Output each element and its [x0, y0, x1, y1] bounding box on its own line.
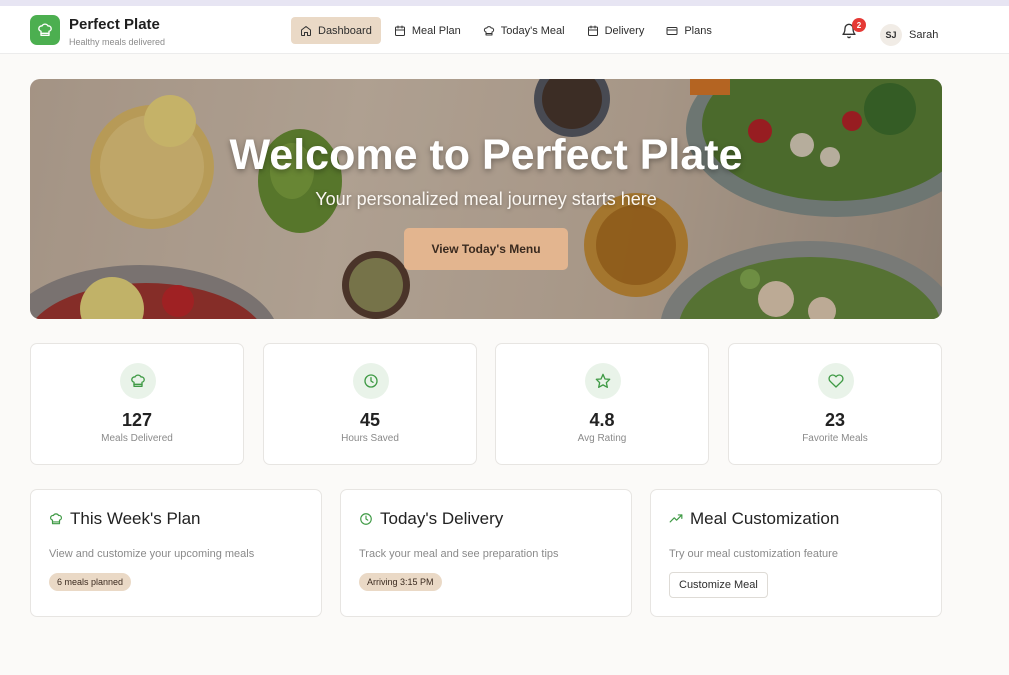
- stat-label: Avg Rating: [577, 433, 627, 444]
- card-title: This Week's Plan: [70, 509, 201, 528]
- nav-item-label: Today's Meal: [500, 24, 565, 37]
- brand-tagline: Healthy meals delivered: [69, 37, 166, 47]
- hero-title: Welcome to Perfect Plate: [229, 131, 743, 179]
- clock-icon: [364, 374, 378, 388]
- calendar-icon: [587, 25, 598, 36]
- nav-item-meal-plan[interactable]: Meal Plan: [385, 17, 470, 44]
- nav-item-dashboard[interactable]: Dashboard: [291, 17, 381, 44]
- stat-label: Hours Saved: [341, 433, 399, 444]
- app-header: Perfect Plate Healthy meals delivered Da…: [0, 6, 1009, 54]
- nav-item-label: Meal Plan: [411, 24, 461, 37]
- main-nav: Dashboard Meal Plan Today's Meal Deliver…: [291, 17, 725, 44]
- chef-hat-icon: [50, 513, 62, 525]
- nav-item-todays-meal[interactable]: Today's Meal: [474, 17, 574, 44]
- stat-icon-wrap: [818, 363, 854, 399]
- nav-item-plans[interactable]: Plans: [657, 17, 721, 44]
- card-header: Meal Customization: [669, 509, 839, 529]
- stat-label: Meals Delivered: [101, 433, 173, 444]
- brand-name: Perfect Plate: [69, 16, 160, 33]
- nav-item-label: Plans: [684, 24, 712, 37]
- hero-banner: Welcome to Perfect Plate Your personaliz…: [30, 79, 942, 319]
- status-badge: Arriving 3:15 PM: [359, 573, 442, 591]
- stat-label: Favorite Meals: [802, 433, 868, 444]
- stat-value: 45: [359, 410, 381, 430]
- nav-item-label: Delivery: [604, 24, 645, 37]
- user-name[interactable]: Sarah: [909, 29, 938, 41]
- card-this-weeks-plan[interactable]: This Week's Plan View and customize your…: [30, 489, 322, 617]
- notification-badge: 2: [852, 18, 866, 32]
- stat-value: 127: [121, 410, 153, 430]
- calendar-icon: [394, 25, 405, 36]
- card-header: This Week's Plan: [49, 509, 200, 529]
- heart-icon: [828, 374, 844, 388]
- chef-hat-icon: [483, 25, 494, 35]
- stat-icon-wrap: [120, 363, 156, 399]
- card-title: Today's Delivery: [380, 509, 504, 528]
- stat-card-meals-delivered: 127 Meals Delivered: [30, 343, 244, 465]
- credit-card-icon: [666, 26, 678, 35]
- card-todays-delivery[interactable]: Today's Delivery Track your meal and see…: [340, 489, 632, 617]
- stat-icon-wrap: [353, 363, 389, 399]
- stat-card-favorite-meals: 23 Favorite Meals: [728, 343, 942, 465]
- avatar[interactable]: SJ: [880, 24, 902, 46]
- stat-icon-wrap: [585, 363, 621, 399]
- home-icon: [301, 25, 311, 36]
- trending-up-icon: [669, 514, 683, 523]
- hero-subtitle: Your personalized meal journey starts he…: [315, 189, 657, 209]
- status-badge: 6 meals planned: [49, 573, 132, 591]
- customize-meal-button[interactable]: Customize Meal: [669, 572, 768, 598]
- chef-hat-icon: [131, 374, 145, 387]
- nav-item-label: Dashboard: [318, 24, 372, 37]
- card-description: Track your meal and see preparation tips: [359, 548, 559, 560]
- card-title: Meal Customization: [690, 509, 840, 528]
- stat-value: 4.8: [589, 410, 615, 430]
- card-description: View and customize your upcoming meals: [49, 548, 255, 560]
- card-meal-customization[interactable]: Meal Customization Try our meal customiz…: [650, 489, 942, 617]
- view-todays-menu-button[interactable]: View Today's Menu: [404, 228, 568, 270]
- card-description: Try our meal customization feature: [669, 548, 838, 560]
- chef-hat-icon: [38, 23, 52, 36]
- card-header: Today's Delivery: [359, 509, 503, 529]
- clock-icon: [360, 513, 372, 525]
- star-icon: [595, 373, 611, 388]
- brand-logo[interactable]: [30, 15, 60, 45]
- stat-card-avg-rating: 4.8 Avg Rating: [495, 343, 709, 465]
- stat-card-hours-saved: 45 Hours Saved: [263, 343, 477, 465]
- stat-value: 23: [824, 410, 846, 430]
- nav-item-delivery[interactable]: Delivery: [578, 17, 654, 44]
